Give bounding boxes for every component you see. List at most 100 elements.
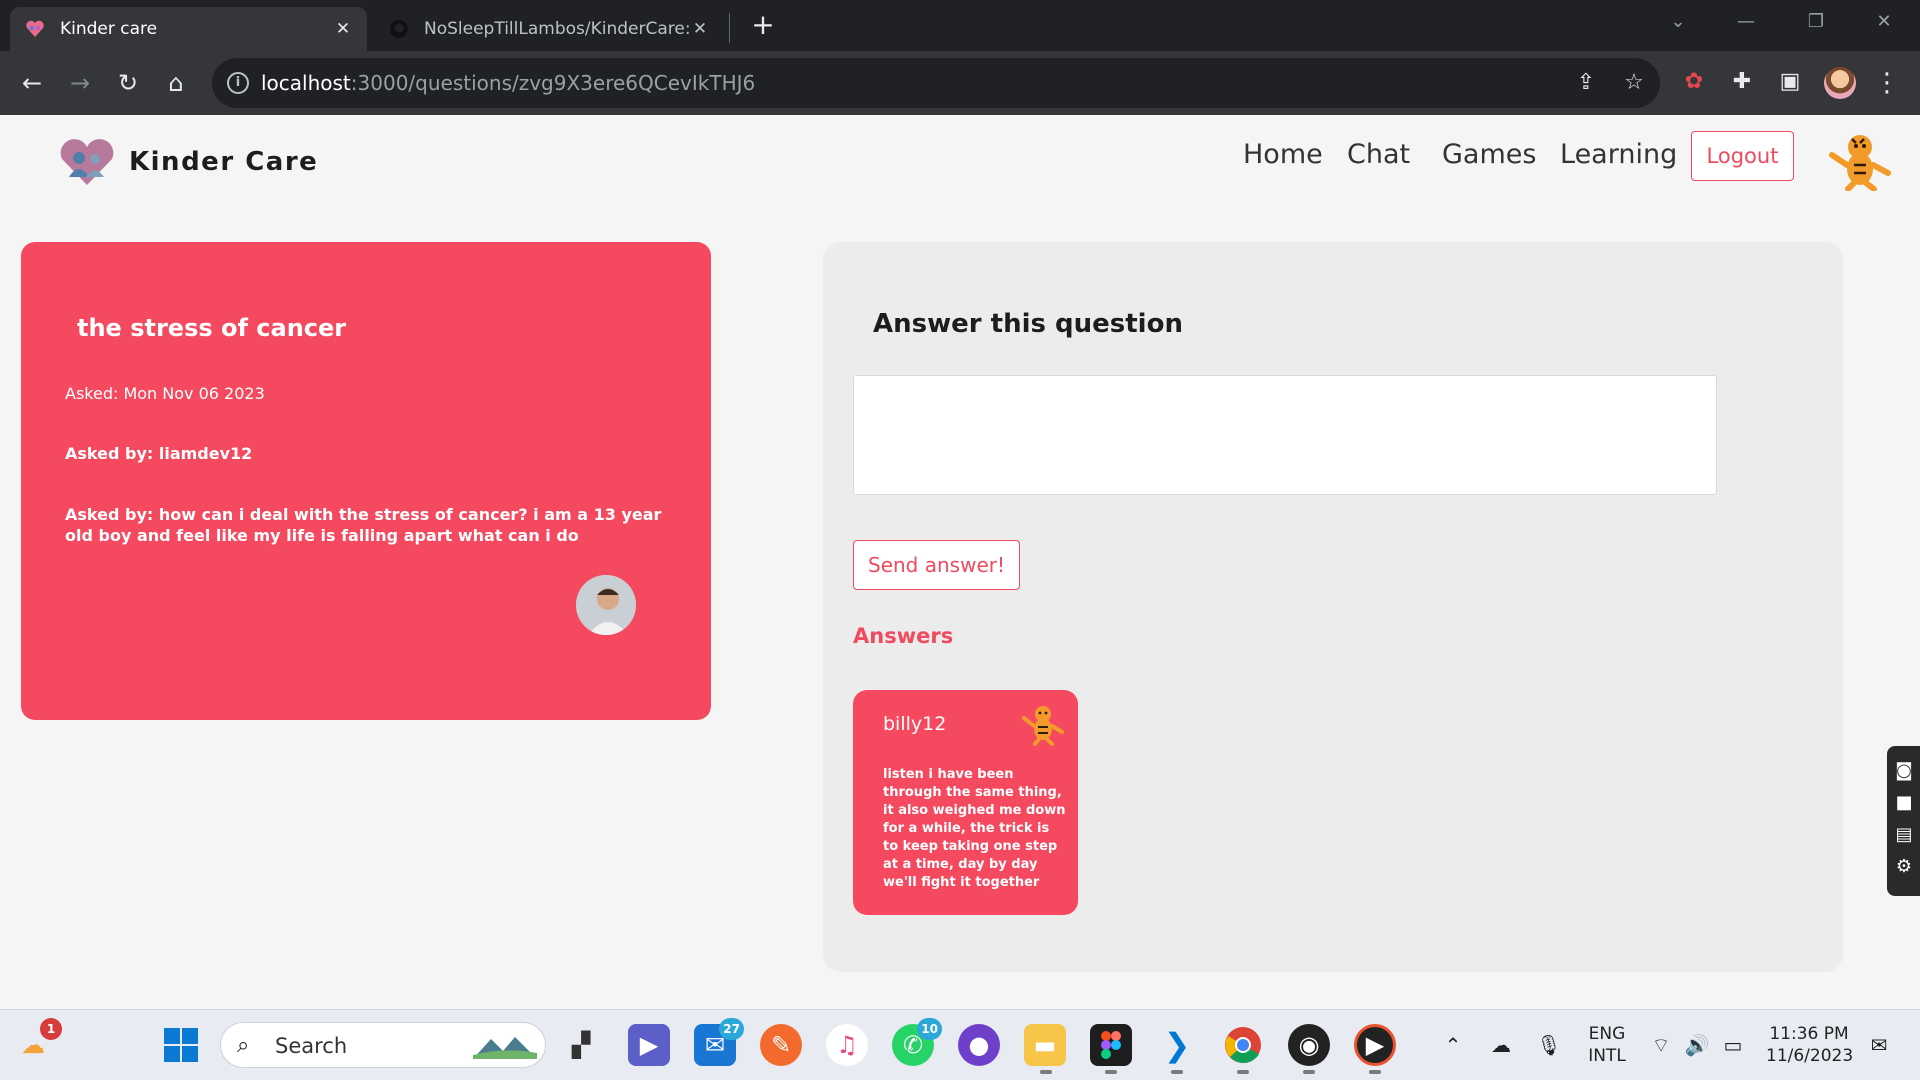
wifi-icon[interactable]: ⌔ [1648, 1032, 1674, 1058]
browser-menu-icon[interactable]: ⋮ [1872, 65, 1902, 101]
running-indicator [1171, 1070, 1183, 1074]
weather-badge: 1 [40, 1018, 62, 1040]
nav-home-link[interactable]: Home [1243, 139, 1323, 170]
running-indicator [1369, 1070, 1381, 1074]
settings-gear-icon[interactable]: ⚙ [1893, 856, 1915, 878]
tiger-avatar-icon[interactable] [1826, 129, 1894, 191]
send-answer-button[interactable]: Send answer! [853, 540, 1020, 590]
new-tab-plus-icon[interactable]: + [746, 8, 780, 42]
heart-favicon-icon [24, 18, 46, 40]
kinder-care-logo-icon[interactable] [58, 139, 116, 187]
site-info-icon[interactable]: i [227, 72, 249, 94]
whatsapp-icon[interactable]: ✆ 10 [892, 1018, 942, 1066]
home-icon[interactable]: ⌂ [158, 65, 194, 101]
media-player-icon[interactable]: ▶ [1354, 1024, 1396, 1066]
volume-icon[interactable]: 🔊 [1684, 1032, 1710, 1058]
question-card: the stress of cancer Asked: Mon Nov 06 2… [21, 242, 711, 720]
answer-heading: Answer this question [873, 309, 1183, 339]
url-text[interactable]: localhost:3000/questions/zvg9X3ere6QCevI… [261, 71, 755, 95]
url-path: :3000/questions/zvg9X3ere6QCevIkTHJ6 [350, 71, 756, 95]
answers-heading: Answers [853, 624, 954, 648]
browser-tabstrip: Kinder care ✕ NoSleepTillLambos/KinderCa… [0, 0, 1920, 51]
question-body: Asked by: how can i deal with the stress… [65, 505, 662, 545]
logout-button[interactable]: Logout [1691, 131, 1794, 181]
share-icon[interactable]: ⇪ [1572, 69, 1600, 97]
tiger-avatar-icon [1022, 706, 1064, 746]
side-panel-icon[interactable]: ▣ [1774, 66, 1806, 98]
clock-time: 11:36 PM [1769, 1024, 1849, 1044]
search-icon: ⌕ [237, 1033, 250, 1058]
close-window-icon[interactable]: ✕ [1864, 6, 1904, 38]
mail-icon[interactable]: ✉ 27 [694, 1018, 744, 1066]
windows-taskbar: ☁ 1 ⌕ Search ▞ ▶ ✉ 27 ✎ ♫ ✆ 10 ● ▬ ❯ ◉ ▶… [0, 1009, 1920, 1080]
kinder-care-page: Kinder Care Home Chat Games Learning Log… [0, 115, 1920, 1009]
microphone-icon[interactable]: 🎙 [1536, 1032, 1562, 1058]
answer-username: billy12 [883, 713, 947, 735]
figma-icon[interactable] [1090, 1024, 1132, 1066]
clock-date: 11/6/2023 [1766, 1046, 1854, 1066]
chrome-icon[interactable] [1222, 1024, 1264, 1066]
gallery-icon[interactable]: ▤ [1893, 824, 1915, 846]
language-indicator[interactable]: ENG INTL [1584, 1023, 1630, 1067]
nav-games-link[interactable]: Games [1442, 139, 1536, 170]
app-navbar: Kinder Care Home Chat Games Learning Log… [0, 115, 1920, 210]
search-highlight-mountains-icon [473, 1037, 537, 1059]
mail-badge: 27 [719, 1018, 744, 1040]
obs-icon[interactable]: ◉ [1288, 1024, 1330, 1066]
tab-title: NoSleepTillLambos/KinderCare: [424, 19, 690, 39]
tray-overflow-chevron-icon[interactable]: ⌃ [1440, 1032, 1466, 1058]
tab-title: Kinder care [60, 19, 158, 39]
vscode-icon[interactable]: ❯ [1156, 1024, 1198, 1066]
taskbar-search[interactable]: ⌕ Search [220, 1022, 546, 1068]
profile-avatar[interactable] [1824, 67, 1856, 99]
tab-close-icon[interactable]: ✕ [690, 19, 710, 39]
url-host: localhost [261, 71, 351, 95]
weather-icon[interactable]: ☁ 1 [12, 1018, 62, 1066]
windows-start-icon[interactable] [160, 1024, 202, 1066]
running-indicator [1303, 1070, 1315, 1074]
search-label: Search [275, 1034, 348, 1058]
extension-puzzle-red-icon[interactable]: ✿ [1678, 66, 1710, 98]
tab-close-icon[interactable]: ✕ [333, 19, 353, 39]
answer-card: billy12 listen i have been through the s… [853, 690, 1078, 915]
bookmark-star-icon[interactable]: ☆ [1620, 69, 1648, 97]
restore-icon[interactable]: ❐ [1796, 6, 1836, 38]
question-asked-by: Asked by: liamdev12 [65, 444, 253, 463]
battery-icon[interactable]: ▭ [1720, 1032, 1746, 1058]
tab-github[interactable]: NoSleepTillLambos/KinderCare: ✕ [374, 7, 724, 51]
whatsapp-badge: 10 [917, 1018, 942, 1040]
teams-chat-icon[interactable]: ▶ [628, 1024, 670, 1066]
lang-line-1: ENG [1588, 1024, 1626, 1044]
camera-icon[interactable]: ◙ [1893, 760, 1915, 782]
running-indicator [1237, 1070, 1249, 1074]
address-bar[interactable]: i localhost:3000/questions/zvg9X3ere6QCe… [212, 58, 1660, 108]
music-icon[interactable]: ♫ [826, 1024, 868, 1066]
extensions-puzzle-icon[interactable]: ✚ [1726, 66, 1758, 98]
running-indicator [1105, 1070, 1117, 1074]
minimize-icon[interactable]: — [1726, 6, 1766, 38]
task-view-icon[interactable]: ▞ [560, 1024, 602, 1066]
answer-text: listen i have been through the same thin… [883, 767, 1066, 890]
onedrive-cloud-icon[interactable]: ☁ [1488, 1032, 1514, 1058]
answer-input[interactable] [853, 375, 1717, 495]
question-asked-date: Asked: Mon Nov 06 2023 [65, 384, 265, 403]
reload-icon[interactable]: ↻ [110, 65, 146, 101]
asker-avatar [576, 575, 636, 635]
browser-toolbar: ← → ↻ ⌂ i localhost:3000/questions/zvg9X… [0, 51, 1920, 115]
nav-chat-link[interactable]: Chat [1347, 139, 1410, 170]
tab-separator [729, 13, 730, 43]
running-indicator [1040, 1070, 1052, 1074]
tab-kinder-care[interactable]: Kinder care ✕ [10, 7, 367, 51]
github-favicon-icon [388, 18, 410, 40]
forward-arrow-icon[interactable]: → [62, 65, 98, 101]
clock[interactable]: 11:36 PM 11/6/2023 [1766, 1023, 1854, 1067]
pen-app-icon[interactable]: ✎ [760, 1024, 802, 1066]
back-arrow-icon[interactable]: ← [14, 65, 50, 101]
brand-name[interactable]: Kinder Care [129, 147, 318, 177]
notification-bell-icon[interactable]: ✉ [1866, 1032, 1892, 1058]
video-icon[interactable]: ■ [1893, 792, 1915, 814]
file-explorer-icon[interactable]: ▬ [1024, 1024, 1066, 1066]
github-desktop-icon[interactable]: ● [958, 1024, 1000, 1066]
nav-learning-link[interactable]: Learning [1560, 139, 1677, 170]
tab-search-chevron-icon[interactable]: ⌄ [1658, 6, 1698, 38]
